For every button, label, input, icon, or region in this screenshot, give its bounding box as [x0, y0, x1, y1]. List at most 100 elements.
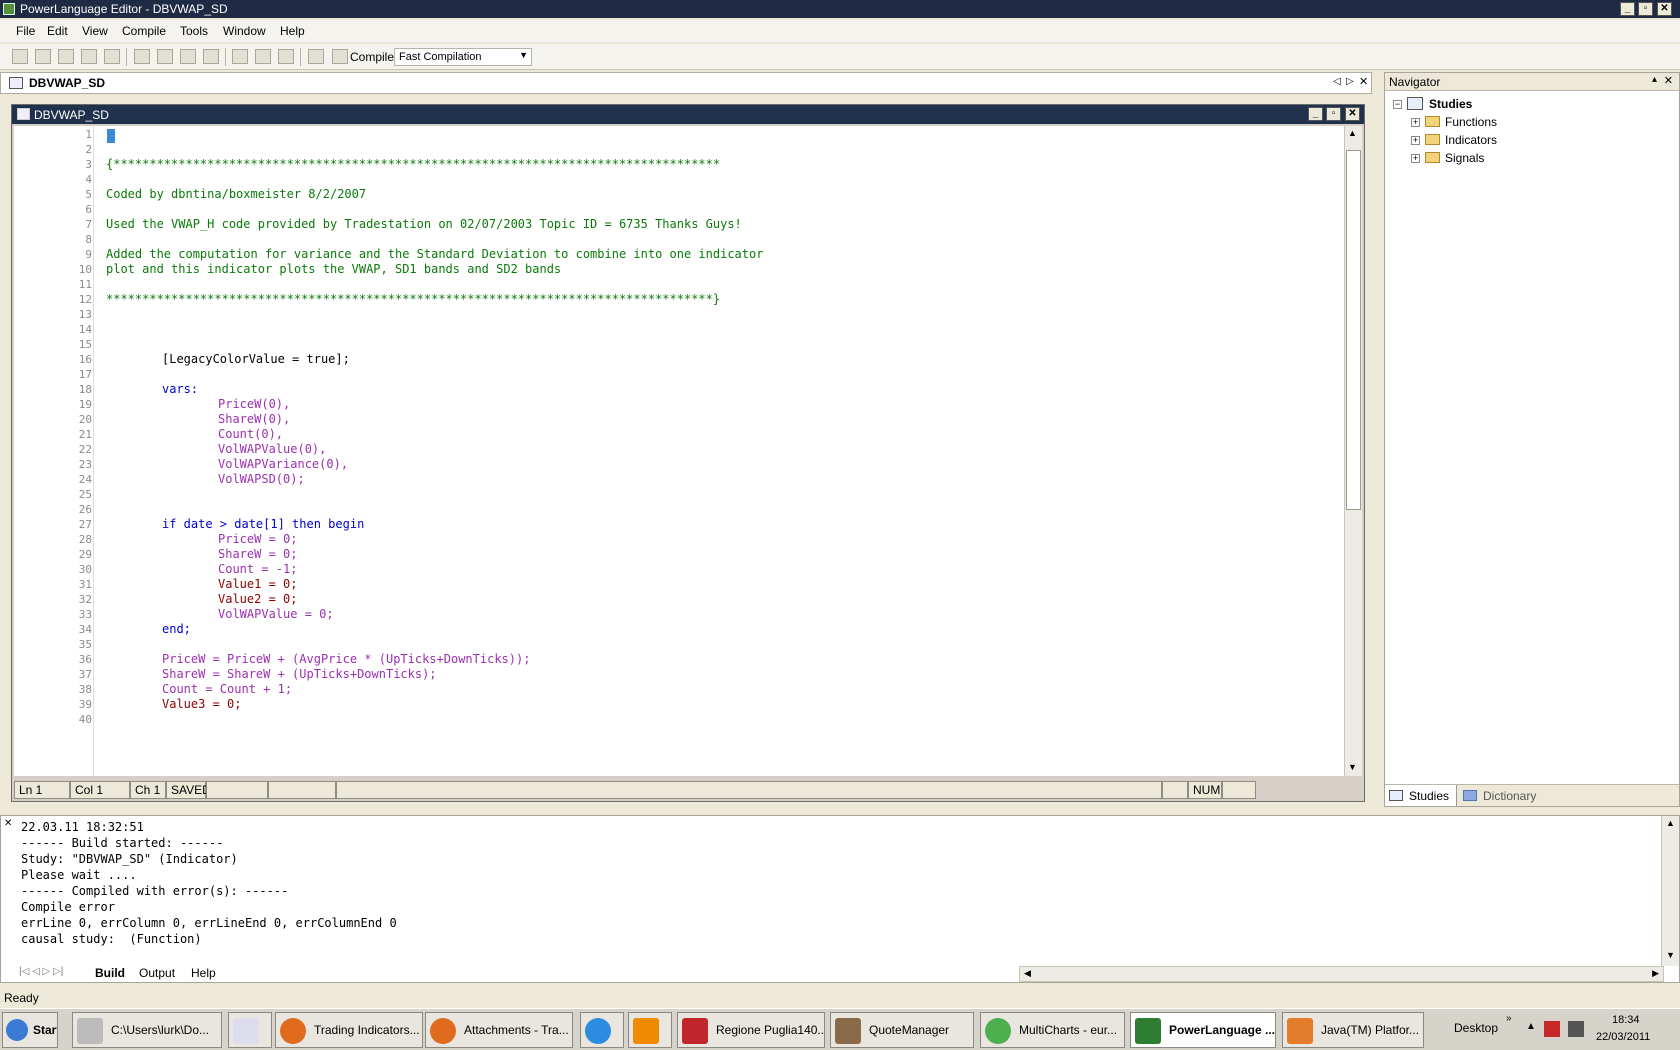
line-number: 32: [78, 593, 92, 606]
code-line: Count = Count + 1;: [162, 682, 293, 696]
code-editor[interactable]: 1 2 3 4 5 6 7 8 9 10 11 12 13 14 15 16 17 18 19 20 21 22 23 24 2…: [14, 126, 1344, 776]
desktop-toolbar[interactable]: Desktop: [1454, 1021, 1498, 1035]
tree-functions[interactable]: Functions: [1445, 115, 1497, 129]
editor-maximize-button[interactable]: ▫: [1326, 107, 1341, 121]
tab-help[interactable]: Help: [191, 966, 216, 980]
start-button[interactable]: Start: [2, 1012, 58, 1048]
menu-compile[interactable]: Compile: [122, 24, 166, 38]
editor-minimize-button[interactable]: _: [1308, 107, 1323, 121]
tray-expand-icon[interactable]: ▲: [1526, 1021, 1536, 1032]
find-icon[interactable]: [180, 49, 196, 64]
new-icon[interactable]: [12, 49, 28, 64]
line-number: 18: [78, 383, 92, 396]
line-number: 26: [78, 503, 92, 516]
scroll-right-icon[interactable]: ▶: [1652, 968, 1659, 979]
cascade-icon[interactable]: [232, 49, 248, 64]
import-icon[interactable]: [81, 49, 97, 64]
output-horizontal-scrollbar[interactable]: ◀ ▶: [1019, 966, 1664, 982]
taskbar-chart-app[interactable]: [228, 1012, 272, 1048]
expand-icon[interactable]: +: [1411, 154, 1420, 163]
taskbar: Start C:\Users\lurk\Do... Trading Indica…: [0, 1008, 1680, 1050]
tab-build[interactable]: Build: [95, 966, 125, 980]
tab-close-icon[interactable]: ✕: [1359, 75, 1368, 88]
study-icon: [9, 77, 23, 89]
navigator-close-icon[interactable]: ✕: [1664, 74, 1673, 87]
menu-tools[interactable]: Tools: [180, 24, 208, 38]
taskbar-multicharts[interactable]: MultiCharts - eur...: [980, 1012, 1125, 1048]
menu-bar: File Edit View Compile Tools Window Help: [0, 20, 1680, 42]
tray-network-icon[interactable]: [1568, 1021, 1584, 1037]
taskbar-powerlanguage[interactable]: PowerLanguage ...: [1130, 1012, 1276, 1048]
code-line: end;: [162, 622, 191, 636]
undo-icon[interactable]: [134, 49, 150, 64]
line-number: 2: [85, 143, 92, 156]
open-icon[interactable]: [35, 49, 51, 64]
compilation-mode-select[interactable]: Fast Compilation ▼: [394, 48, 532, 66]
editor-close-button[interactable]: ✕: [1345, 107, 1360, 121]
log-line: Compile error: [21, 900, 115, 914]
menu-view[interactable]: View: [82, 24, 108, 38]
tile-vertical-icon[interactable]: [278, 49, 294, 64]
minimize-button[interactable]: _: [1620, 2, 1635, 16]
status-char: Ch 1: [130, 781, 166, 799]
verify-icon[interactable]: [308, 49, 324, 64]
window-title: PowerLanguage Editor - DBVWAP_SD: [20, 2, 228, 16]
menu-file[interactable]: File: [16, 24, 35, 38]
first-page-icon[interactable]: |◁ ◁ ▷ ▷|: [19, 966, 63, 977]
tab-output[interactable]: Output: [139, 966, 175, 980]
tree-studies[interactable]: Studies: [1429, 97, 1472, 111]
scroll-down-icon[interactable]: ▼: [1666, 950, 1675, 960]
line-number: 15: [78, 338, 92, 351]
redo-icon[interactable]: [157, 49, 173, 64]
tile-horizontal-icon[interactable]: [255, 49, 271, 64]
output-panel: ✕ 22.03.11 18:32:51 ------ Build started:…: [0, 815, 1680, 983]
study-icon: [17, 108, 30, 120]
collapse-icon[interactable]: −: [1393, 100, 1402, 109]
output-vertical-scrollbar[interactable]: ▲ ▼: [1661, 816, 1679, 966]
line-number: 11: [78, 278, 92, 291]
tab-dictionary[interactable]: Dictionary: [1483, 789, 1536, 803]
save-icon[interactable]: [58, 49, 74, 64]
compile-button-label[interactable]: Compile: [350, 50, 394, 64]
scroll-up-icon[interactable]: ▲: [1348, 128, 1357, 138]
chevron-right-icon[interactable]: »: [1506, 1013, 1512, 1024]
taskbar-firefox-1[interactable]: Trading Indicators...: [275, 1012, 423, 1048]
editor-vertical-scrollbar[interactable]: ▲ ▼: [1344, 126, 1362, 776]
taskbar-explorer[interactable]: C:\Users\lurk\Do...: [72, 1012, 222, 1048]
compile-icon[interactable]: [332, 49, 348, 64]
tree-signals[interactable]: Signals: [1445, 151, 1484, 165]
taskbar-java[interactable]: Java(TM) Platfor...: [1282, 1012, 1424, 1048]
code-line: PriceW(0),: [218, 397, 291, 411]
tab-dbvwap-sd[interactable]: DBVWAP_SD: [29, 76, 105, 90]
scroll-thumb[interactable]: [1346, 150, 1361, 510]
menu-help[interactable]: Help: [280, 24, 305, 38]
scroll-up-icon[interactable]: ▲: [1666, 818, 1675, 828]
taskbar-pdf[interactable]: Regione Puglia140...: [677, 1012, 825, 1048]
scroll-left-icon[interactable]: ◀: [1024, 968, 1031, 979]
find-replace-icon[interactable]: [203, 49, 219, 64]
taskbar-ie[interactable]: [580, 1012, 624, 1048]
log-line: 22.03.11 18:32:51: [21, 820, 144, 834]
line-number: 10: [78, 263, 92, 276]
taskbar-vlc[interactable]: [628, 1012, 672, 1048]
close-button[interactable]: ✕: [1657, 2, 1672, 16]
tab-studies[interactable]: Studies: [1409, 789, 1449, 803]
tab-next-icon[interactable]: ▷: [1346, 76, 1354, 87]
restore-button[interactable]: ▫: [1638, 2, 1653, 16]
editor-title: DBVWAP_SD: [34, 108, 109, 122]
status-line: Ln 1: [14, 781, 70, 799]
tree-indicators[interactable]: Indicators: [1445, 133, 1497, 147]
expand-icon[interactable]: +: [1411, 136, 1420, 145]
expand-icon[interactable]: +: [1411, 118, 1420, 127]
scroll-down-icon[interactable]: ▼: [1348, 762, 1357, 772]
pin-icon[interactable]: ▴: [1652, 74, 1657, 85]
code-line: [LegacyColorValue = true];: [162, 352, 350, 366]
taskbar-quotemanager[interactable]: QuoteManager: [830, 1012, 974, 1048]
taskbar-firefox-2[interactable]: Attachments - Tra...: [425, 1012, 573, 1048]
menu-edit[interactable]: Edit: [47, 24, 68, 38]
export-icon[interactable]: [104, 49, 120, 64]
output-close-icon[interactable]: ✕: [4, 818, 12, 829]
menu-window[interactable]: Window: [223, 24, 266, 38]
tray-gmail-icon[interactable]: [1544, 1021, 1560, 1037]
tab-prev-icon[interactable]: ◁: [1333, 76, 1341, 87]
